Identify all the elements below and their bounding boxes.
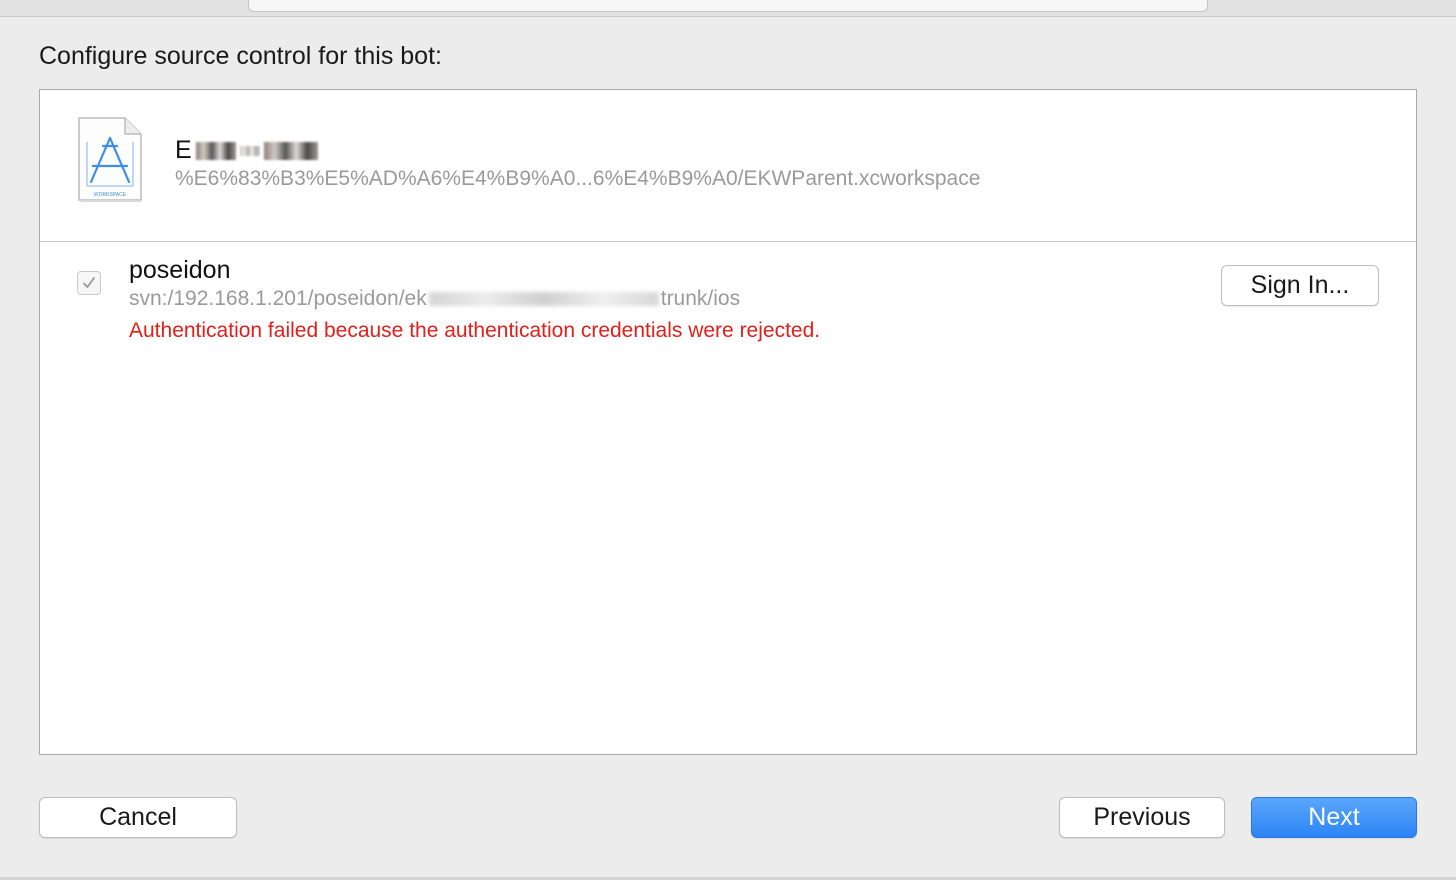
window-toolbar [0,0,1456,17]
workspace-path: %E6%83%B3%E5%AD%A6%E4%B9%A0...6%E4%B9%A0… [175,167,981,190]
workspace-row: WORKSPACE E %E6%83%B3%E5%AD%A6%E4%B9%A0.… [40,90,1416,242]
redacted-text [239,145,260,156]
previous-button[interactable]: Previous [1059,797,1225,838]
checkmark-icon [83,277,95,288]
cancel-button[interactable]: Cancel [39,797,237,838]
sheet-title: Configure source control for this bot: [39,42,442,70]
authentication-error: Authentication failed because the authen… [129,319,821,342]
source-control-panel: WORKSPACE E %E6%83%B3%E5%AD%A6%E4%B9%A0.… [39,89,1417,755]
workspace-icon-label: WORKSPACE [94,192,127,198]
repository-checkbox[interactable] [77,271,101,295]
redacted-text [263,141,318,160]
toolbar-field [248,0,1208,12]
repository-url: svn:/192.168.1.201/poseidon/ek trunk/ios [129,287,740,311]
next-button[interactable]: Next [1251,797,1417,838]
repository-row: poseidon svn:/192.168.1.201/poseidon/ek … [40,242,1416,362]
redacted-text [428,292,659,306]
workspace-name-prefix: E [175,136,192,164]
workspace-name: E [175,136,318,165]
sign-in-button[interactable]: Sign In... [1221,265,1379,306]
xcode-workspace-icon: WORKSPACE [75,116,145,204]
repository-url-prefix: svn:/192.168.1.201/poseidon/ek [129,287,427,310]
repository-name: poseidon [129,256,231,284]
redacted-text [195,141,236,160]
repository-url-suffix: trunk/ios [660,287,741,310]
